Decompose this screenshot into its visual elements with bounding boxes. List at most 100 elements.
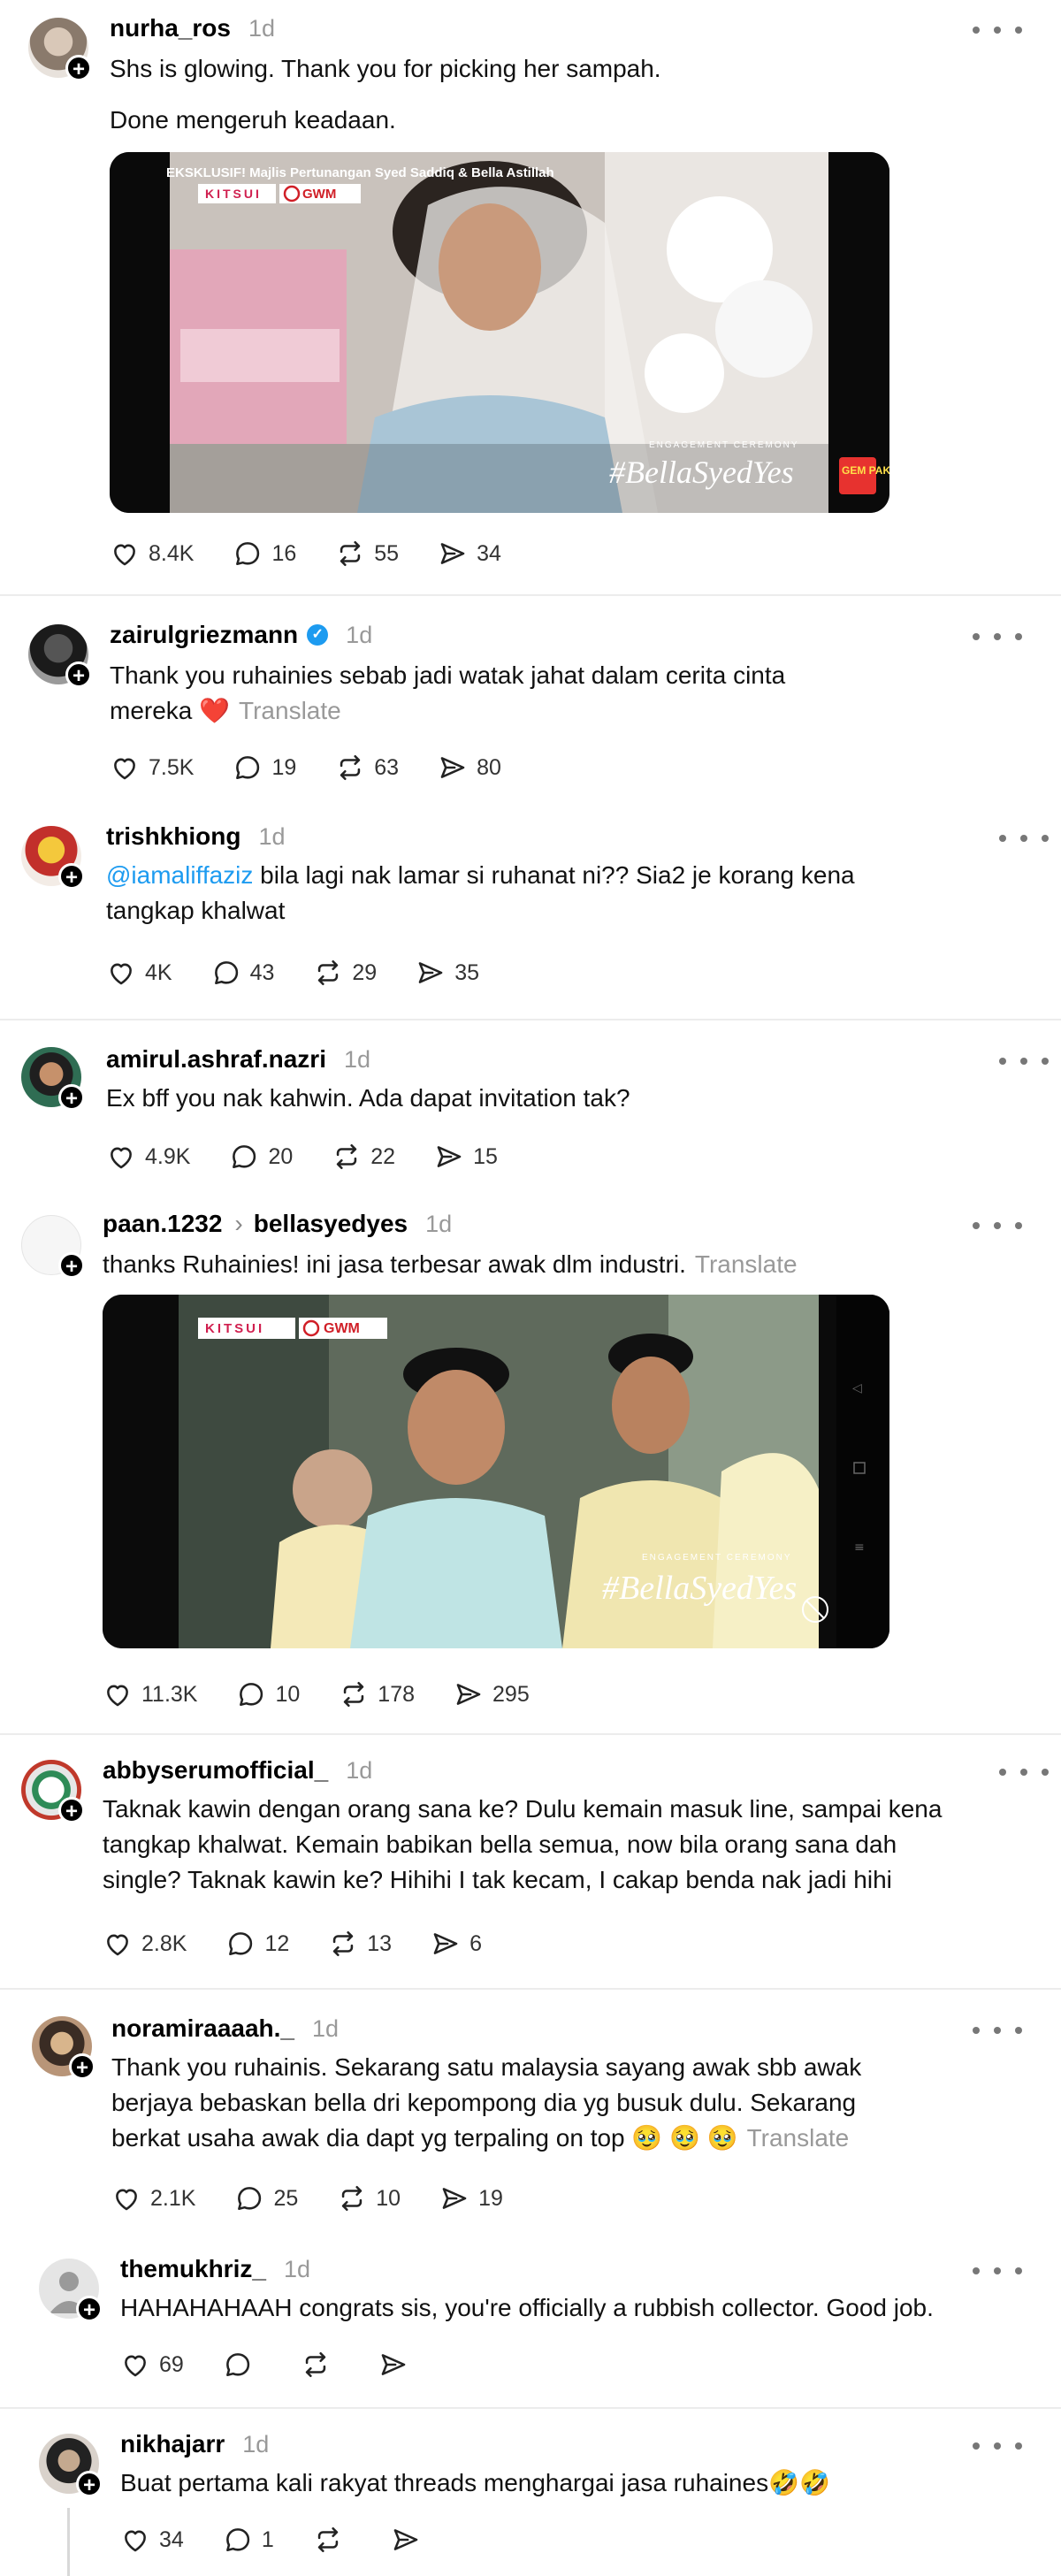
share-button[interactable]: 19 bbox=[439, 2183, 503, 2213]
post: + noramiraaaah._ 1d Thank you ruhainis. … bbox=[0, 1990, 1061, 2227]
username[interactable]: nikhajarr bbox=[120, 2430, 225, 2458]
avatar[interactable]: + bbox=[21, 1047, 85, 1111]
more-options-icon[interactable] bbox=[973, 1217, 1022, 1234]
more-options-icon[interactable] bbox=[973, 2022, 1022, 2039]
avatar[interactable]: + bbox=[21, 1215, 85, 1279]
reply-button[interactable]: 10 bbox=[236, 1679, 300, 1709]
like-button[interactable]: 4K bbox=[106, 958, 172, 988]
more-options-icon[interactable] bbox=[999, 1052, 1049, 1070]
avatar[interactable]: + bbox=[32, 2016, 95, 2080]
username[interactable]: themukhriz_ bbox=[120, 2255, 266, 2283]
username[interactable]: zairulgriezmann bbox=[110, 621, 298, 649]
reply-button[interactable] bbox=[223, 2350, 262, 2380]
follow-plus-icon[interactable]: + bbox=[58, 1084, 85, 1111]
like-button[interactable]: 69 bbox=[120, 2350, 184, 2380]
follow-plus-icon[interactable]: + bbox=[69, 2053, 95, 2080]
reply-icon bbox=[233, 753, 263, 783]
share-icon bbox=[391, 2525, 421, 2555]
like-button[interactable]: 8.4K bbox=[110, 539, 194, 569]
avatar[interactable]: + bbox=[28, 624, 92, 688]
more-options-icon[interactable] bbox=[973, 2262, 1022, 2280]
more-options-icon[interactable] bbox=[999, 1763, 1049, 1781]
like-count: 2.8K bbox=[141, 1930, 187, 1956]
like-button[interactable]: 7.5K bbox=[110, 753, 194, 783]
repost-button[interactable]: 178 bbox=[339, 1679, 415, 1709]
mention-link[interactable]: @iamaliffaziz bbox=[106, 861, 253, 889]
repost-count: 29 bbox=[352, 959, 378, 985]
more-options-icon[interactable] bbox=[973, 2437, 1022, 2455]
reply-icon bbox=[225, 1929, 256, 1959]
share-count: 6 bbox=[469, 1930, 482, 1956]
follow-plus-icon[interactable]: + bbox=[65, 55, 92, 81]
avatar[interactable]: + bbox=[39, 2434, 103, 2497]
like-button[interactable]: 11.3K bbox=[103, 1679, 197, 1709]
reply-button[interactable]: 20 bbox=[229, 1142, 293, 1172]
avatar[interactable]: + bbox=[21, 1760, 85, 1823]
reply-button[interactable]: 12 bbox=[225, 1929, 289, 1959]
brand-gwm: GWM bbox=[302, 187, 336, 202]
translate-link[interactable]: Translate bbox=[747, 2124, 850, 2152]
post-video[interactable]: ◁ ≡ KITSUI GWM ENGAGEMENT CEREMONY #Bell… bbox=[103, 1295, 889, 1648]
share-button[interactable]: 35 bbox=[416, 958, 479, 988]
reply-button[interactable]: 25 bbox=[234, 2183, 298, 2213]
repost-button[interactable] bbox=[313, 2525, 352, 2555]
share-button[interactable]: 295 bbox=[454, 1679, 530, 1709]
follow-plus-icon[interactable]: + bbox=[58, 1252, 85, 1279]
like-button[interactable]: 34 bbox=[120, 2525, 184, 2555]
repost-icon bbox=[328, 1929, 358, 1959]
post-text: Thank you ruhainis. Sekarang satu malays… bbox=[111, 2053, 862, 2152]
like-button[interactable]: 2.8K bbox=[103, 1929, 187, 1959]
username[interactable]: abbyserumofficial_ bbox=[103, 1756, 328, 1785]
like-count: 4K bbox=[145, 959, 172, 985]
repost-count: 55 bbox=[374, 540, 400, 566]
repost-icon bbox=[339, 1679, 369, 1709]
avatar[interactable]: + bbox=[21, 826, 85, 890]
avatar[interactable]: + bbox=[39, 2259, 103, 2322]
follow-plus-icon[interactable]: + bbox=[58, 1797, 85, 1823]
reply-to-username[interactable]: bellasyedyes bbox=[254, 1210, 408, 1238]
repost-button[interactable] bbox=[301, 2350, 340, 2380]
reply-button[interactable]: 1 bbox=[223, 2525, 274, 2555]
share-button[interactable] bbox=[391, 2525, 430, 2555]
repost-button[interactable]: 29 bbox=[313, 958, 377, 988]
username[interactable]: noramiraaaah._ bbox=[111, 2014, 294, 2043]
username[interactable]: paan.1232 bbox=[103, 1210, 222, 1238]
username[interactable]: trishkhiong bbox=[106, 822, 240, 851]
share-button[interactable]: 6 bbox=[431, 1929, 482, 1959]
repost-button[interactable]: 63 bbox=[335, 753, 399, 783]
reply-icon bbox=[229, 1142, 259, 1172]
reply-button[interactable]: 19 bbox=[233, 753, 296, 783]
share-button[interactable]: 80 bbox=[438, 753, 501, 783]
translate-link[interactable]: Translate bbox=[695, 1250, 798, 1278]
reply-count: 20 bbox=[268, 1143, 294, 1169]
repost-button[interactable]: 22 bbox=[332, 1142, 395, 1172]
translate-link[interactable]: Translate bbox=[239, 697, 341, 724]
more-options-icon[interactable] bbox=[973, 21, 1022, 39]
avatar[interactable]: + bbox=[28, 18, 92, 81]
share-button[interactable]: 34 bbox=[438, 539, 501, 569]
more-options-icon[interactable] bbox=[999, 829, 1049, 847]
repost-icon bbox=[301, 2350, 331, 2380]
share-button[interactable]: 15 bbox=[434, 1142, 498, 1172]
username[interactable]: amirul.ashraf.nazri bbox=[106, 1045, 326, 1074]
reply-button[interactable]: 43 bbox=[211, 958, 274, 988]
video-hashtag: #BellaSyedYes bbox=[609, 455, 794, 490]
follow-plus-icon[interactable]: + bbox=[65, 661, 92, 688]
reply-count: 12 bbox=[264, 1930, 290, 1956]
like-count: 69 bbox=[159, 2351, 184, 2377]
like-button[interactable]: 2.1K bbox=[111, 2183, 195, 2213]
follow-plus-icon[interactable]: + bbox=[76, 2471, 103, 2497]
reply-button[interactable]: 16 bbox=[233, 539, 296, 569]
more-options-icon[interactable] bbox=[973, 628, 1022, 646]
repost-button[interactable]: 55 bbox=[335, 539, 399, 569]
pleading-face-emoji: 🥹 🥹 🥹 bbox=[631, 2124, 738, 2152]
post-video[interactable]: EKSKLUSIF! Majlis Pertunangan Syed Saddi… bbox=[110, 152, 889, 513]
timestamp: 1d bbox=[425, 1210, 453, 1237]
follow-plus-icon[interactable]: + bbox=[58, 863, 85, 890]
username[interactable]: nurha_ros bbox=[110, 14, 231, 42]
follow-plus-icon[interactable]: + bbox=[76, 2296, 103, 2322]
share-button[interactable] bbox=[378, 2350, 417, 2380]
repost-button[interactable]: 10 bbox=[337, 2183, 401, 2213]
repost-button[interactable]: 13 bbox=[328, 1929, 392, 1959]
like-button[interactable]: 4.9K bbox=[106, 1142, 190, 1172]
